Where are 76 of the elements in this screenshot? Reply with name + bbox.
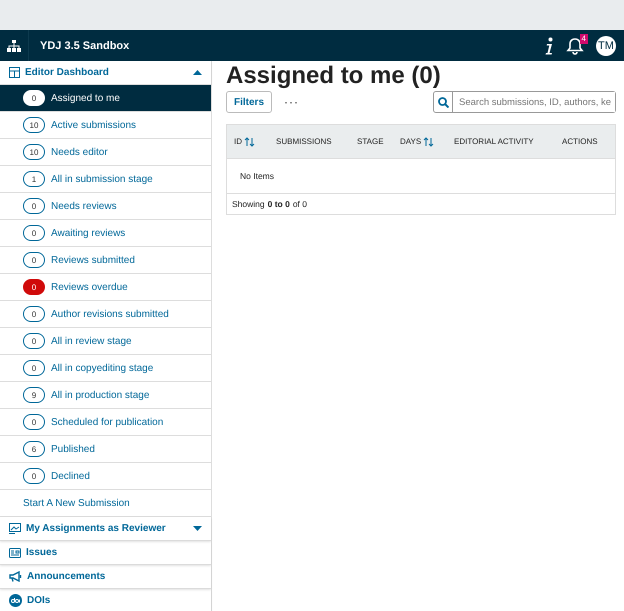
- sitemap-icon: [7, 40, 21, 52]
- nav-item-label: All in review stage: [51, 336, 132, 346]
- doi-icon: [9, 594, 22, 607]
- column-header: STAGE: [357, 137, 385, 146]
- image-icon: [9, 523, 21, 534]
- nav-item-label: All in submission stage: [51, 174, 153, 184]
- nav-item[interactable]: 0 Reviews submitted: [0, 247, 211, 274]
- count-badge: 0: [23, 279, 45, 295]
- new-submission-link[interactable]: Start A New Submission: [0, 490, 211, 517]
- nav-section[interactable]: DOIs: [0, 589, 211, 611]
- nav-item-label: Author revisions submitted: [51, 308, 169, 320]
- megaphone-icon: [9, 571, 22, 582]
- nav-item-label: Assigned to me: [51, 92, 120, 104]
- nav-item[interactable]: 6 Published: [0, 436, 211, 463]
- count-badge: 0: [23, 414, 45, 430]
- pagination-summary: Showing 0 to 0 of 0: [231, 198, 308, 211]
- count-badge: 0: [23, 468, 45, 484]
- column-header: ACTIONS: [562, 137, 599, 146]
- bell-icon[interactable]: [566, 36, 584, 54]
- count-badge: 9: [23, 387, 45, 403]
- empty-message: No Items: [227, 159, 615, 194]
- count-badge: 6: [23, 441, 45, 457]
- nav-item-label: Reviews overdue: [51, 282, 128, 292]
- nav-item-label: All in copyediting stage: [51, 362, 154, 374]
- count-badge: 0: [23, 225, 45, 241]
- nav-section[interactable]: My Assignments as Reviewer: [0, 517, 211, 541]
- nav-section[interactable]: Issues: [0, 541, 211, 565]
- nav-item-label: All in production stage: [51, 390, 150, 400]
- nav-item[interactable]: 0 Author revisions submitted: [0, 301, 211, 328]
- nav-section[interactable]: Announcements: [0, 565, 211, 589]
- count-badge: 0: [23, 360, 45, 376]
- nav-item[interactable]: 0 All in copyediting stage: [0, 355, 211, 382]
- sort-arrows-icon: [244, 136, 255, 146]
- nav-item[interactable]: 0 All in review stage: [0, 328, 211, 355]
- nav-item[interactable]: 9 All in production stage: [0, 382, 211, 409]
- nav-item[interactable]: 10 Active submissions: [0, 112, 211, 139]
- nav-item-label: Needs editor: [51, 146, 108, 158]
- nav-item-label: Awaiting reviews: [51, 228, 126, 238]
- count-badge: 0: [23, 252, 45, 268]
- notification-count: 4: [580, 34, 588, 44]
- sort-arrows-icon: [423, 136, 434, 146]
- nav-item[interactable]: 10 Needs editor: [0, 139, 211, 166]
- search-field[interactable]: Search submissions, ID, authors, ke: [433, 91, 616, 113]
- nav-item-label: Needs reviews: [51, 200, 117, 212]
- column-header: EDITORIAL ACTIVITY: [454, 137, 535, 146]
- site-title[interactable]: YDJ 3.5 Sandbox: [40, 40, 130, 52]
- search-icon: [438, 96, 448, 108]
- page-title: Assigned to me (0): [226, 63, 442, 89]
- nav-item[interactable]: 0 Scheduled for publication: [0, 409, 211, 436]
- filters-button[interactable]: Filters: [226, 91, 272, 113]
- nav-item-label: Active submissions: [51, 120, 136, 130]
- count-badge: 0: [23, 333, 45, 349]
- dashboard-icon: [9, 67, 20, 78]
- nav-item[interactable]: 0 Awaiting reviews: [0, 220, 211, 247]
- count-badge: 10: [23, 144, 45, 160]
- nav-item[interactable]: 0 Reviews overdue: [0, 274, 211, 301]
- nav-item[interactable]: 0 Declined: [0, 463, 211, 490]
- column-header: SUBMISSIONS: [276, 137, 333, 146]
- count-badge: 0: [23, 306, 45, 322]
- newspaper-icon: [9, 548, 21, 558]
- nav-item[interactable]: 0 Needs reviews: [0, 193, 211, 220]
- column-header[interactable]: DAYS: [400, 136, 454, 146]
- count-badge: 0: [23, 90, 45, 106]
- nav-item-label: Scheduled for publication: [51, 416, 164, 428]
- nav-item-label: Reviews submitted: [51, 254, 135, 266]
- more-options-button[interactable]: ···: [278, 94, 306, 110]
- nav-item-label: Declined: [51, 470, 90, 482]
- nav-item[interactable]: 0 Assigned to me: [0, 85, 211, 112]
- nav-item[interactable]: 1 All in submission stage: [0, 166, 211, 193]
- info-icon[interactable]: [544, 36, 554, 54]
- count-badge: 0: [23, 198, 45, 214]
- user-avatar[interactable]: TM: [596, 36, 616, 56]
- count-badge: 1: [23, 171, 45, 187]
- column-header[interactable]: ID: [234, 136, 276, 146]
- count-badge: 10: [23, 117, 45, 133]
- nav-item-label: Published: [51, 444, 95, 454]
